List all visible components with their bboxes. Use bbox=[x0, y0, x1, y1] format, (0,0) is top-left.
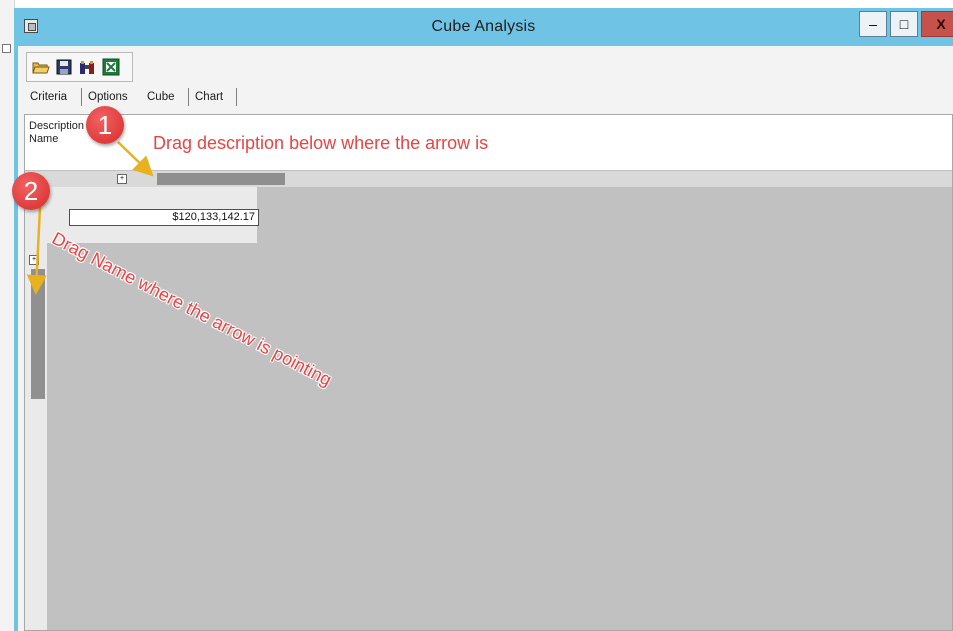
background-window-strip bbox=[0, 0, 15, 631]
cube-analysis-window: Cube Analysis – □ X Criteria Options Cub… bbox=[14, 8, 953, 631]
minimize-button[interactable]: – bbox=[859, 11, 887, 37]
open-folder-icon[interactable] bbox=[32, 58, 50, 76]
column-drop-zone[interactable]: + bbox=[25, 170, 952, 187]
row-drop-zone[interactable]: + bbox=[25, 187, 47, 630]
tab-divider bbox=[81, 88, 82, 106]
tab-chart[interactable]: Chart bbox=[191, 86, 227, 108]
row-header-slot[interactable] bbox=[31, 269, 45, 399]
tab-cube[interactable]: Cube bbox=[143, 86, 179, 108]
step-1-badge: 1 bbox=[86, 106, 124, 144]
title-bar[interactable]: Cube Analysis – □ X bbox=[14, 8, 953, 46]
field-name[interactable]: Name bbox=[29, 133, 84, 146]
field-description[interactable]: Description bbox=[29, 120, 84, 133]
background-window-checkbox bbox=[2, 44, 11, 53]
cube-grid: + $120,133,142.17 bbox=[25, 187, 952, 630]
toolbar bbox=[26, 52, 133, 82]
tab-divider bbox=[236, 88, 237, 106]
close-button[interactable]: X bbox=[921, 11, 953, 37]
grand-total-cell[interactable]: $120,133,142.17 bbox=[69, 209, 259, 226]
save-disk-icon[interactable] bbox=[55, 58, 73, 76]
step-1-annotation: Drag description below where the arrow i… bbox=[153, 133, 489, 153]
binoculars-icon[interactable] bbox=[78, 58, 96, 76]
window-title: Cube Analysis bbox=[431, 18, 536, 35]
row-expand-icon[interactable]: + bbox=[29, 255, 39, 265]
available-fields-list: Description Name bbox=[29, 120, 84, 146]
column-expand-icon[interactable]: + bbox=[117, 174, 127, 184]
step-2-badge: 2 bbox=[12, 172, 50, 210]
tab-options[interactable]: Options bbox=[84, 86, 132, 108]
cube-panel: Description Name + + $120,133,142.17 bbox=[24, 114, 953, 631]
maximize-button[interactable]: □ bbox=[890, 11, 918, 37]
tab-criteria[interactable]: Criteria bbox=[26, 86, 71, 108]
excel-export-icon[interactable] bbox=[102, 58, 120, 76]
column-header-slot[interactable] bbox=[157, 173, 285, 185]
tab-divider bbox=[188, 88, 189, 106]
